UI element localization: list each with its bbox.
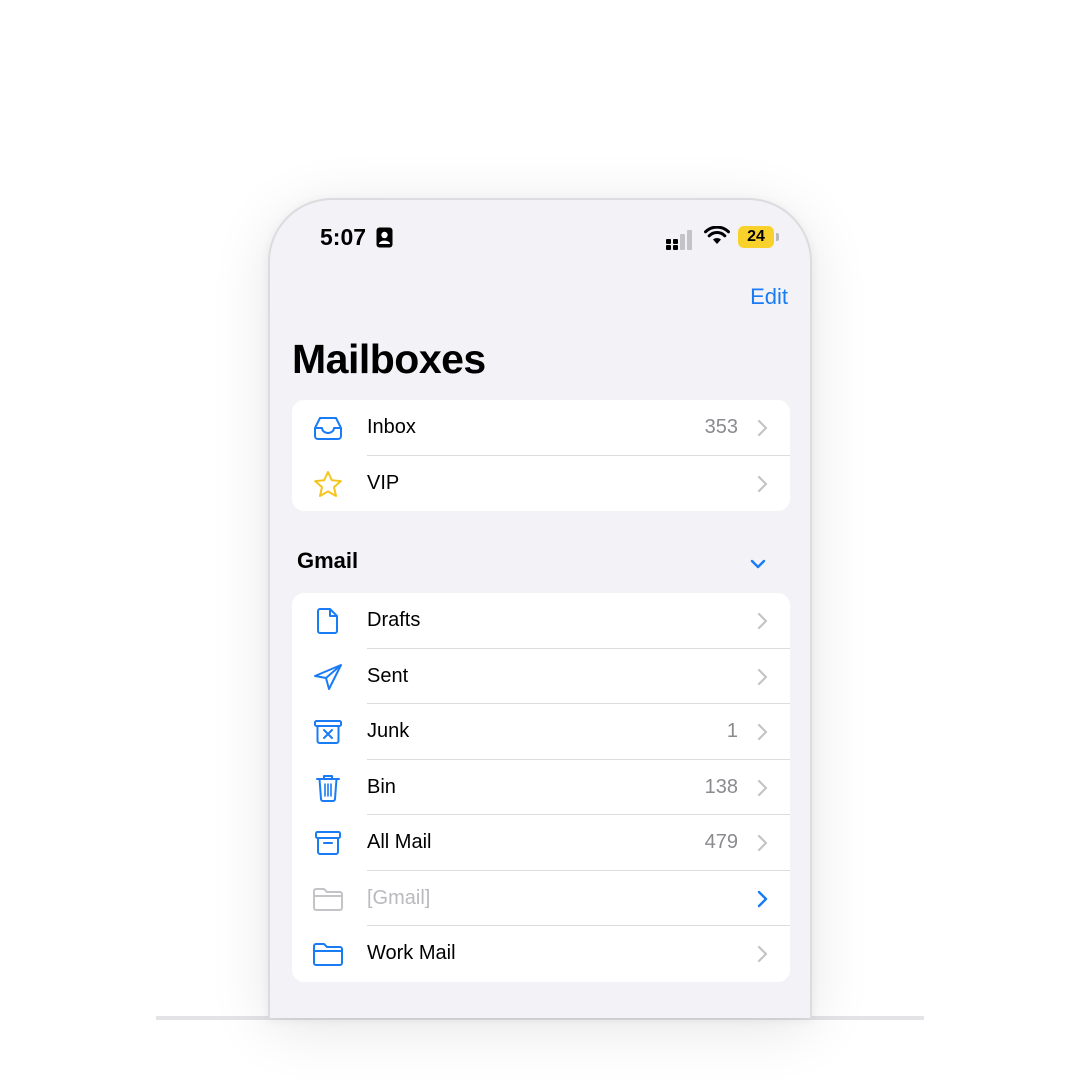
- archive-box-icon: [312, 828, 344, 858]
- mailbox-label: VIP: [367, 471, 400, 494]
- mailbox-label: Inbox: [367, 416, 416, 438]
- contact-card-icon: [376, 227, 393, 248]
- wifi-icon: [704, 226, 730, 244]
- chevron-right-icon: [757, 945, 768, 963]
- unread-count: 479: [704, 831, 738, 853]
- chevron-right-icon: [757, 834, 768, 852]
- account-section-header[interactable]: Gmail: [297, 548, 358, 574]
- chevron-right-icon: [757, 723, 768, 741]
- folder-row-all-mail[interactable]: All Mail 479: [292, 815, 790, 871]
- folder-row-sent[interactable]: Sent: [292, 649, 790, 704]
- folder-row-work-mail[interactable]: Work Mail: [292, 926, 790, 982]
- stage: 5:07 24 Edit Mailboxes Inbox 353 VIP Gma…: [0, 0, 1080, 1080]
- battery-indicator: 24: [738, 226, 774, 248]
- folder-label: All Mail: [367, 831, 432, 853]
- folder-label: Sent: [367, 664, 409, 687]
- chevron-right-icon: [757, 475, 768, 492]
- unread-count: 353: [704, 416, 738, 438]
- trash-icon: [312, 773, 344, 803]
- phone-screen: 5:07 24 Edit Mailboxes Inbox 353 VIP Gma…: [268, 198, 812, 1018]
- junk-bin-icon: [312, 717, 344, 747]
- chevron-right-icon: [757, 779, 768, 796]
- folder-label: Junk: [367, 720, 410, 742]
- folder-label: Bin: [367, 775, 396, 798]
- unread-count: 1: [726, 720, 738, 742]
- page-title: Mailboxes: [292, 336, 486, 382]
- chevron-right-icon: [757, 612, 768, 630]
- folder-row-junk[interactable]: Junk 1: [292, 704, 790, 760]
- status-time: 5:07: [320, 224, 367, 250]
- folder-icon: [312, 884, 344, 914]
- paper-plane-icon: [312, 662, 344, 692]
- folder-row-gmail-parent[interactable]: [Gmail]: [292, 871, 790, 926]
- unread-count: 138: [704, 775, 738, 798]
- folder-label: [Gmail]: [367, 886, 431, 909]
- mailboxes-group: Inbox 353 VIP: [292, 400, 790, 511]
- folder-icon: [312, 939, 344, 969]
- status-bar: 5:07 24: [270, 200, 810, 280]
- chevron-down-icon[interactable]: [750, 558, 766, 570]
- folder-row-bin[interactable]: Bin 138: [292, 760, 790, 815]
- edit-button[interactable]: Edit: [750, 284, 788, 310]
- mailbox-row-inbox[interactable]: Inbox 353: [292, 400, 790, 456]
- inbox-tray-icon: [312, 413, 344, 443]
- gmail-folders-group: Drafts Sent Junk 1 Bin 138 All Mail 479 …: [292, 593, 790, 982]
- folder-label: Drafts: [367, 609, 421, 631]
- cellular-signal-icon: [666, 230, 692, 250]
- mailbox-row-vip[interactable]: VIP: [292, 456, 790, 512]
- chevron-right-icon: [757, 419, 768, 437]
- star-icon: [312, 469, 344, 499]
- folder-row-drafts[interactable]: Drafts: [292, 593, 790, 649]
- chevron-right-icon[interactable]: [757, 890, 768, 908]
- chevron-right-icon: [757, 668, 768, 685]
- document-icon: [312, 606, 344, 636]
- battery-cap: [776, 233, 779, 241]
- folder-label: Work Mail: [367, 942, 456, 964]
